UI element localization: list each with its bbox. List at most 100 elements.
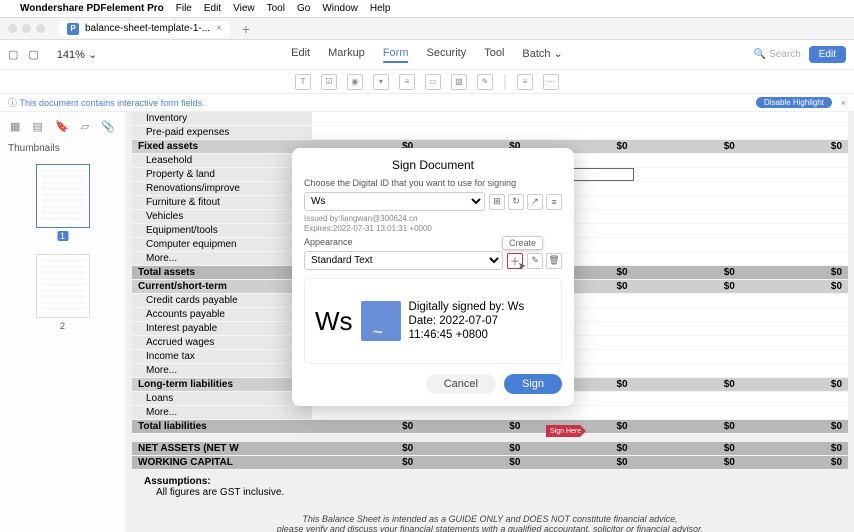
cell[interactable] (419, 406, 526, 419)
cell[interactable] (634, 322, 741, 335)
cell[interactable] (741, 126, 848, 139)
cell[interactable] (741, 364, 848, 377)
tab-batch[interactable]: Batch ⌄ (522, 47, 562, 63)
cell[interactable] (741, 406, 848, 419)
cell[interactable] (741, 196, 848, 209)
digital-id-select[interactable]: Ws (304, 192, 485, 211)
cell[interactable] (634, 238, 741, 251)
menu-edit[interactable]: Edit (204, 3, 221, 14)
cell[interactable] (741, 294, 848, 307)
cell[interactable] (526, 126, 633, 139)
zoom-dropdown[interactable]: 141% ⌄ (57, 48, 97, 61)
cell[interactable] (741, 238, 848, 251)
cell[interactable] (741, 308, 848, 321)
appearance-delete-icon[interactable]: 🗑 (546, 253, 562, 269)
sign-here-arrow[interactable]: Sign Here (546, 425, 586, 437)
menu-help[interactable]: Help (370, 3, 391, 14)
cell[interactable] (741, 350, 848, 363)
panel-toggle-icon[interactable]: ▢ (8, 48, 18, 61)
checkbox-tool-icon[interactable]: ☑ (321, 74, 337, 90)
add-tab-icon[interactable]: + (242, 21, 250, 37)
id-list-icon[interactable]: ≡ (546, 194, 562, 210)
radio-tool-icon[interactable]: ◉ (347, 74, 363, 90)
cell[interactable] (526, 406, 633, 419)
cell[interactable] (634, 336, 741, 349)
row-label: Credit cards payable (132, 294, 312, 307)
cell[interactable] (741, 154, 848, 167)
image-tool-icon[interactable]: ▨ (451, 74, 467, 90)
cell[interactable] (741, 168, 848, 181)
close-notice-icon[interactable]: × (841, 98, 846, 108)
menu-file[interactable]: File (176, 3, 192, 14)
menu-view[interactable]: View (233, 3, 255, 14)
cell[interactable] (634, 168, 741, 181)
menu-window[interactable]: Window (322, 3, 358, 14)
cell[interactable] (634, 182, 741, 195)
cell[interactable] (312, 126, 419, 139)
page-thumbnail-2[interactable]: 2 (36, 254, 90, 318)
cell[interactable] (634, 392, 741, 405)
comments-icon[interactable]: ▱ (81, 120, 89, 133)
id-export-icon[interactable]: ↗ (527, 194, 543, 210)
cell[interactable] (741, 392, 848, 405)
attachments-icon[interactable]: 📎 (101, 120, 115, 133)
thumbnails-icon[interactable]: ▦ (10, 120, 20, 133)
align-tool-icon[interactable]: ≡ (517, 74, 533, 90)
cell[interactable] (312, 406, 419, 419)
cell[interactable] (419, 112, 526, 125)
document-tab[interactable]: P balance-sheet-template-1-... × (59, 21, 230, 37)
close-tab-icon[interactable]: × (216, 23, 222, 34)
menu-tool[interactable]: Tool (267, 3, 285, 14)
cell[interactable] (741, 224, 848, 237)
attachments-tab-icon[interactable]: 🔖 (55, 120, 69, 133)
cell[interactable] (526, 112, 633, 125)
edit-button[interactable]: Edit (809, 46, 846, 63)
tab-security[interactable]: Security (426, 47, 466, 63)
cell[interactable] (634, 154, 741, 167)
cell[interactable] (741, 182, 848, 195)
combobox-tool-icon[interactable]: ▾ (373, 74, 389, 90)
cell[interactable] (634, 294, 741, 307)
bookmarks-icon[interactable]: ▤ (33, 120, 43, 133)
row-label: Fixed assets (132, 140, 312, 153)
traffic-lights[interactable] (8, 24, 45, 33)
cell[interactable] (634, 126, 741, 139)
cell[interactable] (634, 252, 741, 265)
button-tool-icon[interactable]: ▭ (425, 74, 441, 90)
create-appearance-button[interactable]: ＋ Create ➤ (507, 253, 523, 269)
cell[interactable] (634, 224, 741, 237)
search-input[interactable]: 🔍 Search (754, 49, 801, 60)
tab-edit[interactable]: Edit (291, 47, 310, 63)
id-add-icon[interactable]: ⊞ (489, 194, 505, 210)
cell[interactable] (741, 210, 848, 223)
cell[interactable] (634, 308, 741, 321)
cell[interactable] (634, 406, 741, 419)
cell[interactable] (634, 364, 741, 377)
page-thumbnail-1[interactable]: 1 (36, 164, 90, 228)
cell[interactable] (312, 112, 419, 125)
cell[interactable] (634, 196, 741, 209)
secondary-panel-icon[interactable]: ▢ (28, 48, 38, 61)
tab-tool[interactable]: Tool (484, 47, 504, 63)
appearance-select[interactable]: Standard Text (304, 251, 503, 270)
tab-form[interactable]: Form (383, 47, 409, 63)
sign-button[interactable]: Sign (504, 374, 562, 394)
disable-highlight-button[interactable]: Disable Highlight (756, 97, 832, 108)
listbox-tool-icon[interactable]: ≡ (399, 74, 415, 90)
cell[interactable] (741, 322, 848, 335)
signature-tool-icon[interactable]: ✎ (477, 74, 493, 90)
id-refresh-icon[interactable]: ↻ (508, 194, 524, 210)
appearance-edit-icon[interactable]: ✎ (527, 253, 543, 269)
cell[interactable] (634, 112, 741, 125)
cell[interactable] (634, 210, 741, 223)
cell[interactable] (419, 126, 526, 139)
cell[interactable] (741, 336, 848, 349)
textfield-tool-icon[interactable]: T (295, 74, 311, 90)
cell[interactable] (741, 112, 848, 125)
tab-markup[interactable]: Markup (328, 47, 365, 63)
menu-go[interactable]: Go (297, 3, 310, 14)
cancel-button[interactable]: Cancel (426, 374, 496, 394)
more-tool-icon[interactable]: ⋯ (543, 74, 559, 90)
cell[interactable] (741, 252, 848, 265)
cell[interactable] (634, 350, 741, 363)
